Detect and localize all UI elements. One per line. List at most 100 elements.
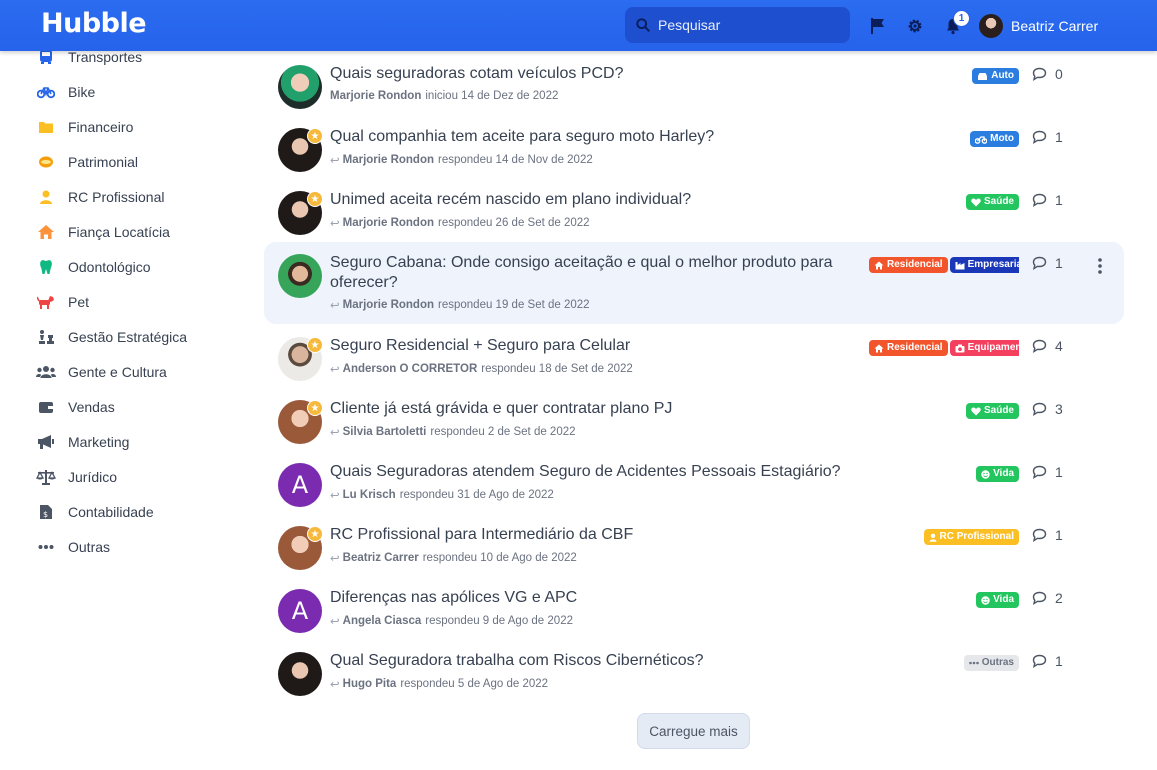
- tag-residencial[interactable]: Residencial: [869, 340, 948, 356]
- reply-icon: ↩: [330, 300, 340, 312]
- sidebar-item-label: Odontológico: [68, 259, 151, 275]
- sidebar-item-fianca-locaticia[interactable]: Fiança Locatícia: [36, 220, 170, 244]
- topic-meta: ↩ Angela Ciasca respondeu 9 de Ago de 20…: [330, 614, 573, 628]
- star-icon: ★: [307, 337, 323, 353]
- sidebar-item-rc-profissional[interactable]: RC Profissional: [36, 185, 164, 209]
- tag-vida[interactable]: Vida: [976, 592, 1019, 608]
- comment-count[interactable]: 0: [1032, 66, 1063, 82]
- avatar[interactable]: [278, 65, 322, 109]
- comment-icon: [1032, 339, 1047, 353]
- topic-author[interactable]: Marjorie Rondon: [343, 299, 434, 311]
- topic-author[interactable]: Hugo Pita: [343, 678, 397, 690]
- tooth-icon: [36, 257, 56, 277]
- sidebar-item-marketing[interactable]: Marketing: [36, 430, 129, 454]
- sidebar-item-bike[interactable]: Bike: [36, 80, 95, 104]
- topic-author[interactable]: Silvia Bartoletti: [343, 426, 427, 438]
- tag-empresarial[interactable]: Empresarial: [949, 257, 1019, 273]
- gear-icon[interactable]: [904, 15, 926, 37]
- comment-count[interactable]: 3: [1032, 401, 1063, 417]
- topic-title[interactable]: RC Profissional para Intermediário da CB…: [330, 525, 850, 545]
- sidebar-item-gestao-estrategica[interactable]: Gestão Estratégica: [36, 325, 187, 349]
- reply-icon: ↩: [330, 218, 340, 230]
- topic-title[interactable]: Seguro Residencial + Seguro para Celular: [330, 336, 850, 356]
- ellipsis-icon: [36, 537, 56, 557]
- sidebar-item-label: Pet: [68, 294, 90, 310]
- tag-saude[interactable]: Saúde: [965, 194, 1019, 210]
- tag-auto[interactable]: Auto: [972, 68, 1019, 84]
- comment-count[interactable]: 1: [1032, 192, 1063, 208]
- house-icon: [874, 344, 884, 352]
- comment-count[interactable]: 1: [1032, 653, 1063, 669]
- topic-title[interactable]: Cliente já está grávida e quer contratar…: [330, 399, 850, 419]
- reply-icon: ↩: [330, 155, 340, 167]
- sidebar-item-juridico[interactable]: Jurídico: [36, 465, 117, 489]
- topic-activity: respondeu 18 de Set de 2022: [481, 363, 633, 375]
- topic-title[interactable]: Qual companhia tem aceite para seguro mo…: [330, 127, 850, 147]
- avatar[interactable]: A: [278, 463, 322, 507]
- flag-icon[interactable]: [867, 15, 889, 37]
- tag-residencial[interactable]: Residencial: [869, 257, 948, 273]
- more-options-icon[interactable]: [1093, 256, 1107, 276]
- topic-title[interactable]: Quais seguradoras cotam veículos PCD?: [330, 64, 850, 84]
- tag-saude[interactable]: Saúde: [965, 403, 1019, 419]
- comment-count[interactable]: 4: [1032, 338, 1063, 354]
- tag-moto[interactable]: Moto: [970, 131, 1019, 147]
- comment-count[interactable]: 1: [1032, 464, 1063, 480]
- reply-icon: ↩: [330, 427, 340, 439]
- comment-count[interactable]: 2: [1032, 590, 1063, 606]
- sidebar-item-label: Contabilidade: [68, 504, 154, 520]
- tag-equipamentos[interactable]: Equipamentos: [949, 340, 1019, 356]
- topic-author[interactable]: Marjorie Rondon: [343, 217, 434, 229]
- topic-tags: Saúde: [965, 403, 1019, 419]
- tag-outras[interactable]: Outras: [963, 655, 1019, 671]
- topic-meta: ↩ Marjorie Rondon respondeu 14 de Nov de…: [330, 153, 593, 167]
- sidebar-item-outras[interactable]: Outras: [36, 535, 110, 559]
- comment-count[interactable]: 1: [1032, 129, 1063, 145]
- topic-author[interactable]: Marjorie Rondon: [330, 90, 421, 102]
- sidebar-item-label: Jurídico: [68, 469, 118, 485]
- topic-activity: iniciou 14 de Dez de 2022: [425, 90, 559, 102]
- topic-author[interactable]: Marjorie Rondon: [343, 154, 434, 166]
- sidebar-item-patrimonial[interactable]: Patrimonial: [36, 150, 138, 174]
- avatar[interactable]: [278, 254, 322, 298]
- topic-title[interactable]: Quais Seguradoras atendem Seguro de Acid…: [330, 462, 850, 482]
- sidebar-item-financeiro[interactable]: Financeiro: [36, 115, 133, 139]
- topic-meta: ↩ Silvia Bartoletti respondeu 2 de Set d…: [330, 425, 576, 439]
- load-more-button[interactable]: Carregue mais: [637, 713, 750, 749]
- sidebar-item-gente-e-cultura[interactable]: Gente e Cultura: [36, 360, 167, 384]
- tag-rc-profissional[interactable]: RC Profissional: [923, 529, 1019, 545]
- topic-row[interactable]: Qual Seguradora trabalha com Riscos Cibe…: [264, 640, 1124, 722]
- sidebar-item-vendas[interactable]: Vendas: [36, 395, 115, 419]
- avatar[interactable]: A: [278, 589, 322, 633]
- topic-title[interactable]: Seguro Cabana: Onde consigo aceitação e …: [330, 253, 850, 293]
- search-icon: [636, 18, 650, 32]
- user-avatar[interactable]: [979, 14, 1003, 38]
- topic-title[interactable]: Qual Seguradora trabalha com Riscos Cibe…: [330, 651, 850, 671]
- smile-icon: [981, 595, 990, 605]
- topic-author[interactable]: Lu Krisch: [343, 489, 396, 501]
- topic-title[interactable]: Unimed aceita recém nascido em plano ind…: [330, 190, 850, 210]
- tag-vida[interactable]: Vida: [976, 466, 1019, 482]
- dog-icon: [36, 292, 56, 312]
- comment-count[interactable]: 1: [1032, 527, 1063, 543]
- topic-meta: ↩ Lu Krisch respondeu 31 de Ago de 2022: [330, 488, 554, 502]
- topic-author[interactable]: Beatriz Carrer: [343, 552, 419, 564]
- star-icon: ★: [307, 526, 323, 542]
- worker-icon: [929, 533, 937, 542]
- user-name[interactable]: Beatriz Carrer: [1011, 18, 1098, 34]
- topic-author[interactable]: Anderson O CORRETOR: [343, 363, 478, 375]
- sidebar-item-odontologico[interactable]: Odontológico: [36, 255, 151, 279]
- topic-title[interactable]: Diferenças nas apólices VG e APC: [330, 588, 850, 608]
- comment-count[interactable]: 1: [1032, 255, 1063, 271]
- comment-icon: [1032, 130, 1047, 144]
- topic-author[interactable]: Angela Ciasca: [343, 615, 422, 627]
- hubble-logo[interactable]: Hubble: [41, 8, 147, 39]
- avatar[interactable]: [278, 652, 322, 696]
- sidebar-item-pet[interactable]: Pet: [36, 290, 89, 314]
- topic-meta: ↩ Marjorie Rondon respondeu 19 de Set de…: [330, 298, 590, 312]
- search-input[interactable]: [658, 17, 838, 33]
- factory-icon: [955, 261, 965, 269]
- topic-row[interactable]: Seguro Cabana: Onde consigo aceitação e …: [264, 242, 1124, 324]
- search-box[interactable]: [625, 7, 850, 43]
- sidebar-item-contabilidade[interactable]: $ Contabilidade: [36, 500, 154, 524]
